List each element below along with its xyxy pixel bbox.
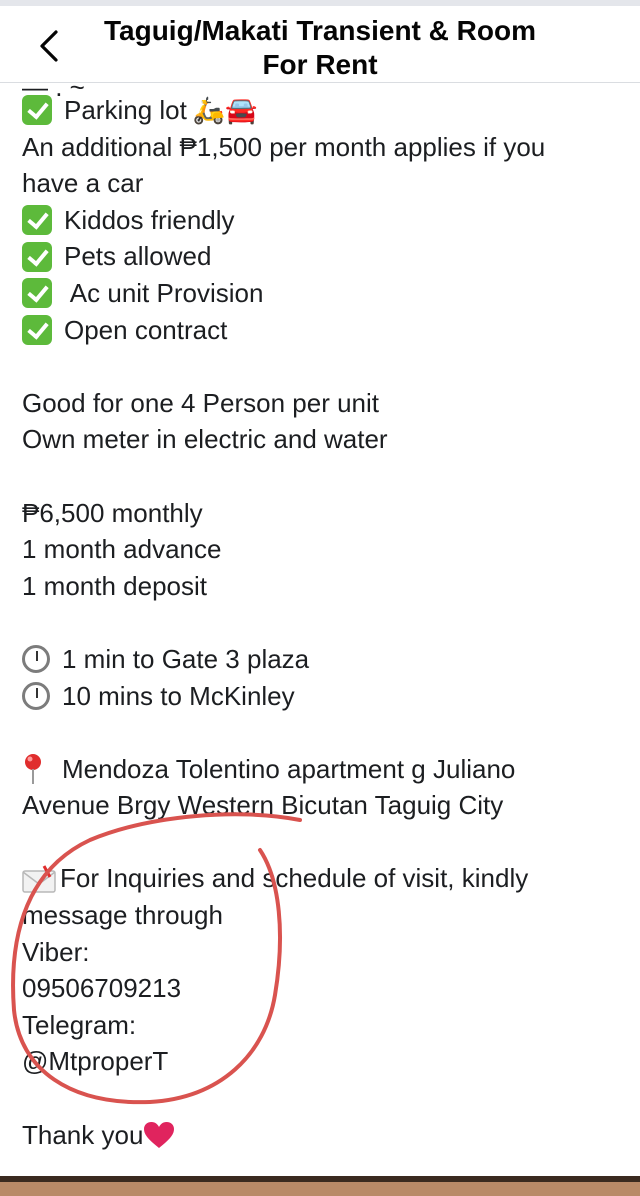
price-advance: 1 month advance — [22, 534, 222, 565]
amenity-pets: Pets allowed — [22, 238, 622, 275]
distance-mckinley: 10 mins to McKinley — [22, 678, 622, 715]
amenity-kids: Kiddos friendly — [22, 202, 622, 239]
viber-label: Viber: — [22, 936, 90, 967]
check-icon — [22, 278, 52, 309]
post-body: Parking lot 🛵🚘 An additional ₱1,500 per … — [22, 92, 622, 1153]
page-title: Taguig/Makati Transient & Room For Rent — [104, 15, 536, 80]
check-icon — [22, 205, 52, 236]
image-bottom-edge — [0, 1176, 640, 1196]
clock-icon — [22, 645, 50, 674]
check-icon — [22, 241, 52, 272]
amenity-parking: Parking lot 🛵🚘 — [22, 92, 622, 129]
heart-icon — [144, 1121, 175, 1148]
clock-icon — [22, 681, 50, 710]
amenity-ac: Ac unit Provision — [22, 275, 622, 312]
back-button[interactable] — [30, 26, 70, 66]
address-line: Mendoza Tolentino apartment g Juliano — [22, 751, 622, 788]
scooter-car-icon: 🛵🚘 — [192, 95, 258, 125]
price-monthly: ₱6,500 monthly — [22, 497, 203, 528]
price-deposit: 1 month deposit — [22, 570, 208, 601]
capacity-line: Good for one 4 Person per unit — [22, 387, 380, 418]
telegram-label: Telegram: — [22, 1009, 137, 1040]
closing-line: Thank you — [22, 1117, 622, 1154]
car-fee-note-cont: have a car — [22, 168, 144, 199]
viber-number: 09506709213 — [22, 973, 182, 1004]
distance-gate3: 1 min to Gate 3 plaza — [22, 641, 622, 678]
amenity-contract: Open contract — [22, 312, 622, 349]
contact-intro-cont: message through — [22, 900, 223, 931]
post-header: Taguig/Makati Transient & Room For Rent — [0, 6, 640, 83]
car-fee-note: An additional ₱1,500 per month applies i… — [22, 131, 546, 162]
address-line-cont: Avenue Brgy Western Bicutan Taguig City — [22, 790, 504, 821]
chevron-left-icon — [40, 30, 58, 62]
telegram-handle: @MtproperT — [22, 1046, 169, 1077]
check-icon — [22, 314, 52, 345]
contact-intro: For Inquiries and schedule of visit, kin… — [22, 860, 622, 897]
envelope-icon — [22, 865, 56, 893]
pin-icon — [25, 753, 41, 784]
meter-line: Own meter in electric and water — [22, 424, 388, 455]
